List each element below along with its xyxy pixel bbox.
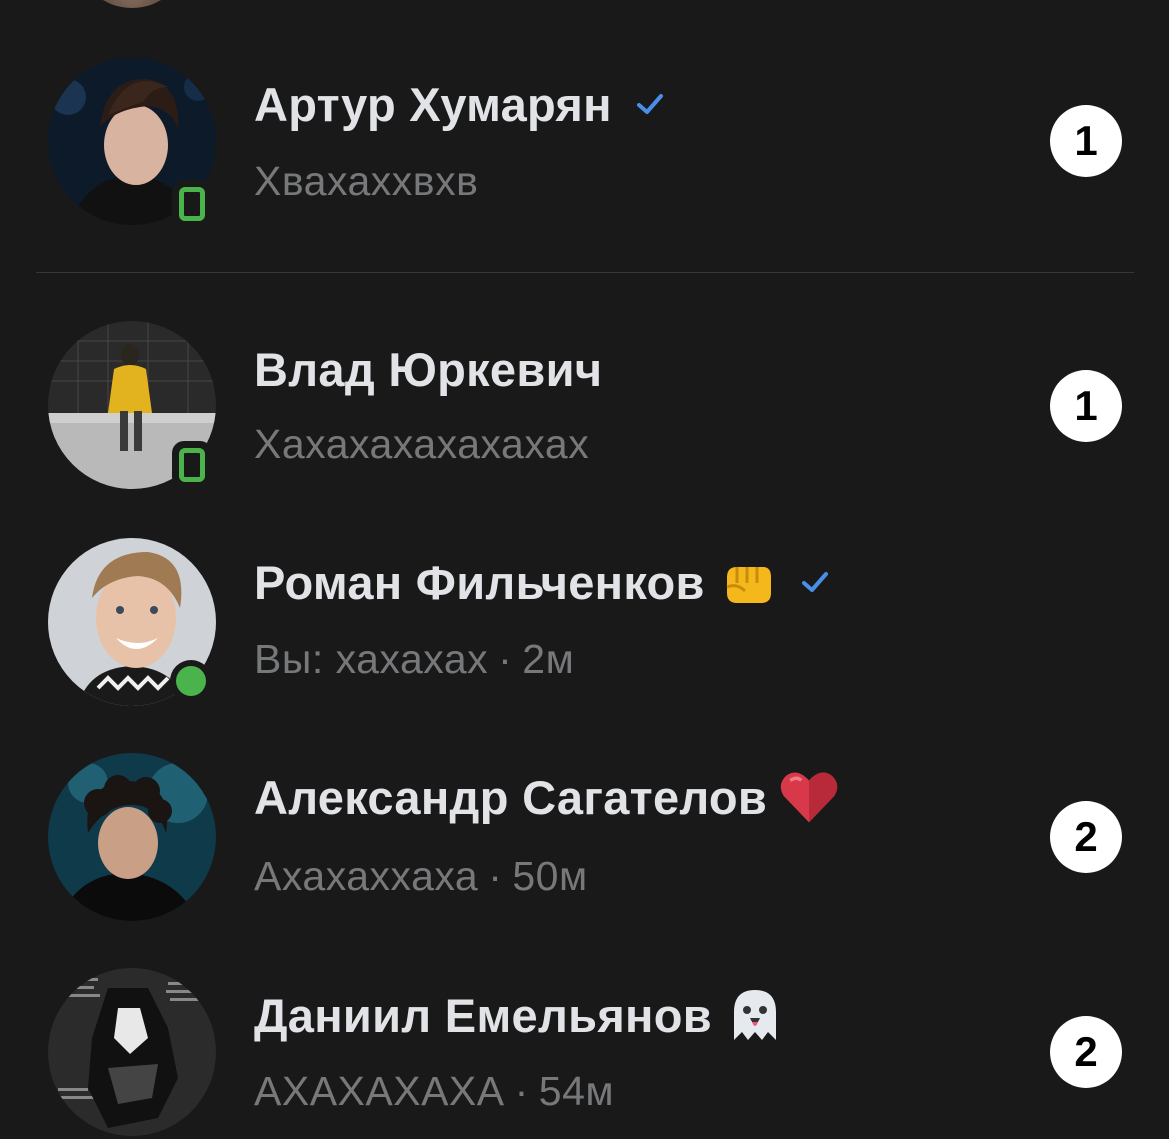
- unread-badge: 2: [1050, 801, 1122, 873]
- heart-emoji-icon: [780, 772, 838, 823]
- chat-row-roman[interactable]: Роман Фильченков Вы: хахахах · 2м: [0, 522, 1169, 722]
- chat-row-daniil[interactable]: Даниил Емельянов АХАХАХАХА · 54м 2: [0, 952, 1169, 1139]
- unread-badge: 2: [1050, 1016, 1122, 1088]
- unread-badge: 1: [1050, 370, 1122, 442]
- avatar: [48, 968, 216, 1136]
- mobile-online-icon: [172, 441, 212, 489]
- divider: [36, 272, 1134, 273]
- message-preview: АХАХАХАХА: [254, 1067, 505, 1114]
- message-time: 50м: [512, 852, 588, 899]
- separator-dot: ·: [498, 635, 513, 682]
- chat-list: Артур Хумарян Хвахаххвхв 1 Влад Юркевич …: [0, 0, 1169, 1139]
- message-preview: Вы: хахахах: [254, 635, 489, 682]
- separator-dot: ·: [514, 1067, 529, 1114]
- fist-emoji-icon: [726, 567, 771, 603]
- message-preview: Хвахаххвхв: [254, 157, 479, 204]
- ghost-emoji-icon: [733, 990, 776, 1040]
- message-time: 54м: [538, 1067, 615, 1114]
- chat-row-aleksandr[interactable]: Александр Сагателов Ахахаххаха · 50м 2: [0, 737, 1169, 937]
- mobile-online-icon: [172, 180, 212, 228]
- separator-dot: ·: [488, 852, 503, 899]
- online-status-icon: [170, 660, 212, 702]
- contact-name: Влад Юркевич: [254, 342, 603, 396]
- message-preview: Хахахахахахахах: [254, 420, 590, 467]
- verified-check-icon: [636, 94, 663, 114]
- chat-row-vlad[interactable]: Влад Юркевич Хахахахахахахах 1: [0, 305, 1169, 505]
- unread-badge: 1: [1050, 105, 1122, 177]
- chat-row-artur[interactable]: Артур Хумарян Хвахаххвхв 1: [0, 40, 1169, 240]
- contact-name: Александр Сагателов: [254, 770, 768, 824]
- message-preview: Ахахаххаха: [254, 852, 479, 899]
- message-time: 2м: [522, 635, 575, 682]
- avatar[interactable]: [82, 0, 182, 8]
- contact-name: Даниил Емельянов: [254, 988, 712, 1042]
- avatar: [48, 753, 216, 921]
- verified-check-icon: [801, 572, 828, 592]
- contact-name: Роман Фильченков: [254, 555, 705, 609]
- contact-name: Артур Хумарян: [254, 77, 612, 131]
